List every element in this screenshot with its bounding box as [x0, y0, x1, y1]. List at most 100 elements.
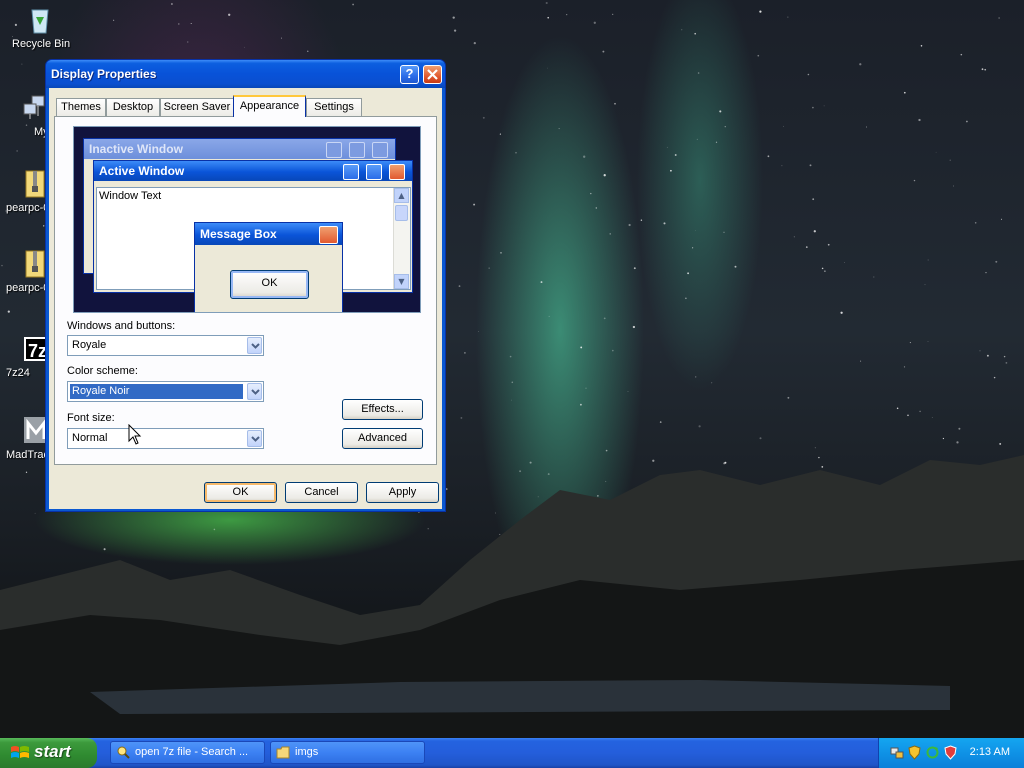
star: [827, 243, 830, 246]
star: [499, 133, 501, 135]
star: [696, 138, 698, 140]
star: [663, 222, 666, 225]
star: [903, 91, 906, 94]
tab-settings[interactable]: Settings: [306, 98, 362, 116]
star: [697, 72, 700, 74]
ok-button[interactable]: OK: [204, 482, 277, 503]
color-scheme-select[interactable]: Royale Noir: [67, 381, 264, 402]
star: [548, 315, 550, 317]
cancel-button[interactable]: Cancel: [285, 482, 358, 503]
refresh-tray-icon[interactable]: [925, 745, 940, 760]
star: [593, 21, 596, 24]
star: [1005, 362, 1008, 364]
star: [843, 261, 845, 263]
star: [979, 350, 981, 352]
star: [674, 154, 677, 156]
star: [998, 17, 1000, 19]
display-properties-window: Display Properties ? Themes Desktop Scre…: [45, 59, 446, 512]
help-button[interactable]: ?: [400, 65, 419, 84]
star: [281, 37, 283, 39]
effects-button[interactable]: Effects...: [342, 399, 423, 420]
star: [602, 50, 605, 53]
star: [995, 260, 998, 263]
color-scheme-label: Color scheme:: [67, 365, 138, 377]
antivirus-shield-icon[interactable]: [943, 745, 958, 760]
star: [694, 32, 697, 35]
color-scheme-value: Royale Noir: [69, 383, 244, 400]
windows-buttons-select[interactable]: Royale: [67, 335, 264, 356]
tab-desktop[interactable]: Desktop: [106, 98, 160, 116]
star: [609, 233, 611, 235]
font-size-select[interactable]: Normal: [67, 428, 264, 449]
desktop-icon-label: pearpc-0: [6, 282, 50, 294]
desktop-icon-recycle-bin[interactable]: Recycle Bin: [0, 4, 80, 50]
chevron-down-icon: [251, 343, 260, 349]
advanced-button[interactable]: Advanced: [342, 428, 423, 449]
star: [840, 311, 843, 314]
star: [985, 271, 987, 274]
star: [566, 14, 568, 16]
star: [993, 376, 996, 379]
preview-message-box: Message Box OK: [194, 222, 343, 312]
star: [924, 284, 926, 286]
star: [307, 50, 309, 52]
dropdown-button[interactable]: [247, 337, 262, 354]
star: [590, 192, 592, 195]
close-icon: [319, 226, 338, 244]
start-label: start: [34, 742, 71, 761]
star: [711, 382, 713, 384]
star: [695, 230, 696, 231]
star: [16, 150, 18, 152]
star: [984, 68, 987, 71]
star: [986, 354, 989, 357]
dropdown-button[interactable]: [247, 430, 262, 447]
close-button[interactable]: [423, 65, 442, 84]
appearance-preview: Inactive Window Active Window Window Tex…: [73, 126, 421, 313]
star: [515, 151, 517, 154]
star: [583, 155, 586, 158]
taskbar-item-imgs[interactable]: imgs: [270, 741, 425, 764]
tab-screen-saver[interactable]: Screen Saver: [160, 98, 234, 116]
star: [464, 352, 466, 354]
maximize-icon: [349, 142, 365, 158]
clock[interactable]: 2:13 AM: [970, 746, 1010, 758]
font-size-label: Font size:: [67, 412, 115, 424]
apply-button[interactable]: Apply: [366, 482, 439, 503]
star: [460, 416, 463, 419]
taskbar-item-search[interactable]: open 7z file - Search ...: [110, 741, 265, 764]
desktop-icon-label: Recycle Bin: [12, 38, 71, 50]
star: [685, 297, 687, 300]
star: [681, 29, 683, 31]
title-bar[interactable]: Display Properties ?: [46, 60, 445, 88]
preview-ok-button: OK: [230, 270, 309, 299]
scroll-thumb: [395, 205, 408, 221]
security-shield-icon[interactable]: [907, 745, 922, 760]
star: [974, 222, 977, 224]
network-tray-icon[interactable]: [889, 745, 904, 760]
star: [918, 118, 921, 122]
star: [812, 198, 815, 201]
search-icon: [117, 746, 130, 759]
start-button[interactable]: start: [0, 738, 97, 768]
dropdown-button[interactable]: [247, 383, 262, 400]
star: [909, 342, 911, 344]
star: [1003, 355, 1006, 358]
star: [633, 267, 636, 270]
star: [953, 185, 955, 187]
desktop-icon-label: MadTrac: [6, 449, 49, 461]
star: [698, 425, 701, 428]
star: [807, 73, 810, 76]
star: [612, 13, 614, 16]
star: [931, 416, 933, 418]
star: [627, 391, 629, 393]
star: [603, 174, 606, 177]
star: [612, 349, 614, 352]
tab-themes[interactable]: Themes: [56, 98, 106, 116]
star: [187, 41, 189, 43]
star: [511, 381, 514, 384]
star: [659, 421, 662, 423]
taskbar-item-label: open 7z file - Search ...: [135, 746, 249, 758]
star: [540, 281, 543, 284]
font-size-value: Normal: [72, 432, 108, 444]
tab-appearance[interactable]: Appearance: [233, 95, 306, 117]
